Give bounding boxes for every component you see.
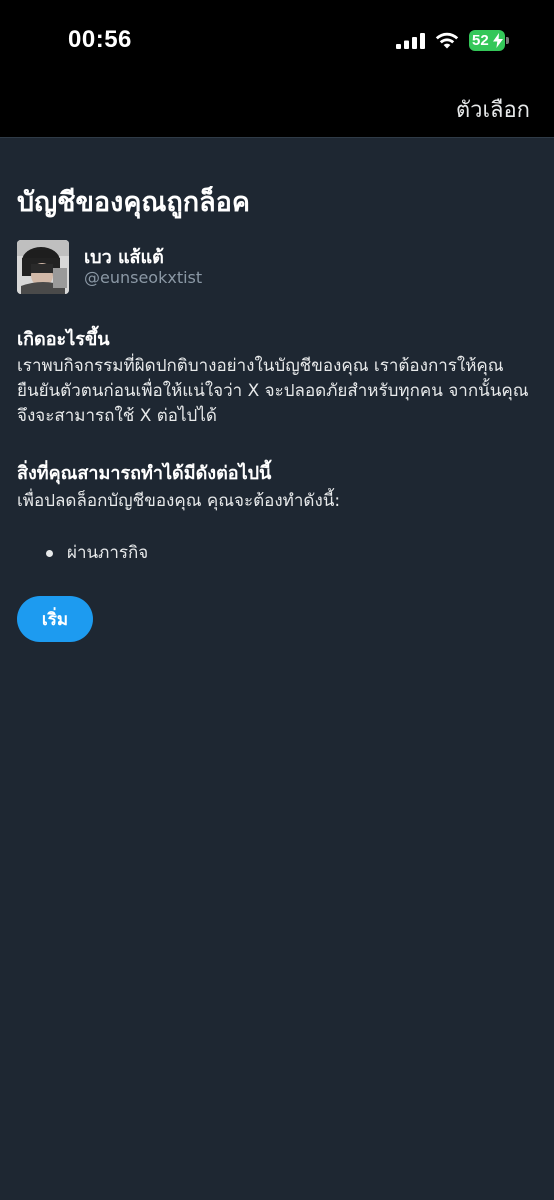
status-bar: 00:56 52 (0, 0, 554, 82)
user-handle: @eunseokxtist (84, 268, 203, 287)
options-button[interactable]: ตัวเลือก (456, 92, 530, 127)
page-title: บัญชีของคุณถูกล็อค (17, 187, 250, 218)
user-display-name: เบว แส้แต้ (84, 247, 164, 268)
charging-bolt-icon (493, 33, 503, 48)
what-happened-heading: เกิดอะไรขึ้น (17, 329, 110, 350)
steps-list: ผ่านภารกิจ (17, 540, 537, 566)
avatar (17, 240, 69, 294)
avatar-photo-icon (17, 240, 69, 294)
top-nav-bar: ตัวเลือก (0, 82, 554, 138)
step-label: ผ่านภารกิจ (67, 543, 149, 563)
start-button[interactable]: เริ่ม (17, 596, 93, 642)
wifi-icon (435, 32, 459, 49)
status-time: 00:56 (68, 26, 132, 53)
what-you-can-do-heading: สิ่งที่คุณสามารถทำได้มีดังต่อไปนี้ (17, 463, 272, 484)
what-you-can-do-text: เพื่อปลดล็อกบัญชีของคุณ คุณจะต้องทำดังนี… (17, 491, 341, 511)
bullet-icon (46, 550, 53, 557)
list-item: ผ่านภารกิจ (17, 540, 537, 566)
what-happened-text: เราพบกิจกรรมที่ผิดปกติบางอย่างในบัญชีของ… (17, 356, 529, 426)
battery-level: 52 (472, 32, 489, 49)
battery-indicator: 52 (469, 30, 509, 51)
battery-cap (506, 37, 509, 44)
cellular-signal-icon (396, 33, 425, 49)
